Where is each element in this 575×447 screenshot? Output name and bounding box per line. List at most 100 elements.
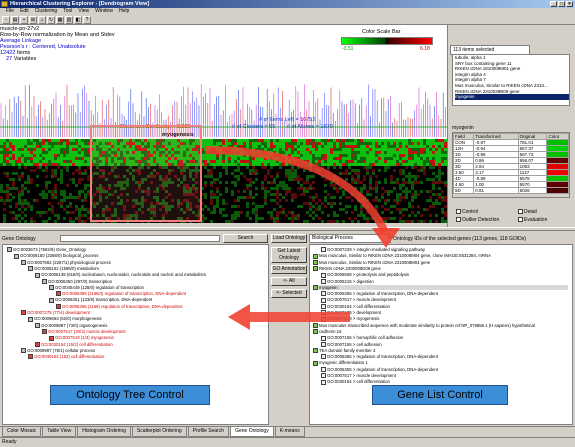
add-all-button[interactable]: <- All [271, 277, 307, 286]
menu-clustering[interactable]: Clustering [35, 8, 58, 15]
menu-view[interactable]: View [78, 8, 89, 15]
go-term-icon[interactable] [321, 316, 326, 322]
gene-item[interactable]: cadherin 15 [313, 329, 341, 335]
tree-node[interactable]: GO:0045449 (128/0) regulation of transcr… [49, 285, 144, 291]
go-term-icon[interactable] [321, 310, 326, 316]
palette-icon[interactable]: ◧ [74, 16, 82, 24]
go-term-icon[interactable] [321, 272, 326, 278]
dendrogram-view[interactable] [0, 77, 447, 223]
tree-icon[interactable]: ⊥ [38, 16, 46, 24]
go-item[interactable]: GO:0007517 > muscle development [321, 297, 396, 303]
selection-rectangle[interactable] [90, 125, 202, 222]
tree-node[interactable]: GO:0009987 (76/1) cellular process [21, 348, 95, 354]
tree-node[interactable]: GO:0007582 (2287/1) physiological proces… [21, 260, 111, 265]
menu-tool[interactable]: Tool [63, 8, 72, 15]
go-annotation-button[interactable]: GO Annotation [271, 265, 307, 274]
chart-icon[interactable]: ▥ [65, 16, 73, 24]
go-item[interactable]: GO:0006355 > regulation of transcription… [321, 354, 438, 360]
gene-icon[interactable] [313, 253, 318, 259]
go-term-icon[interactable] [28, 316, 33, 322]
tab-scatterplot-ordering[interactable]: Scatterplot Ordering [131, 427, 187, 437]
tree-node[interactable]: GO:0030154 (152) cell differentiation [28, 354, 104, 360]
go-item[interactable]: GO:0005215 > digestion [321, 279, 374, 284]
tab-histogram-ordering[interactable]: Histogram Ordering [77, 427, 131, 437]
save-icon[interactable]: ▪ [20, 16, 28, 24]
go-term-icon[interactable] [321, 291, 326, 297]
checkbox-icon[interactable] [456, 217, 461, 223]
highlighted-go-icon[interactable] [28, 354, 33, 360]
gene-item[interactable]: TEA domain family member 4 [313, 348, 375, 354]
tree-node[interactable]: GO:0007275 (77/4) development [21, 310, 90, 316]
help-icon[interactable]: ? [83, 16, 91, 24]
tree-node[interactable]: GO:0030154 (15/2) cell differentiation [35, 342, 113, 347]
tab-k-means[interactable]: K-means [274, 427, 305, 437]
go-item[interactable]: GO:0030154 > cell differentiation [321, 379, 390, 385]
gene-icon[interactable] [313, 329, 318, 335]
tree-node[interactable]: GO:0003673 (7582/9) Gene_Ontology [7, 247, 86, 253]
checkbox-icon[interactable] [456, 209, 461, 215]
process-dropdown[interactable]: Biological Process ▾ [309, 234, 391, 243]
go-term-icon[interactable] [321, 335, 326, 341]
go-term-icon[interactable] [49, 285, 54, 291]
go-term-icon[interactable] [42, 278, 47, 284]
go-term-icon[interactable] [321, 297, 326, 303]
checkbox-icon[interactable] [518, 217, 523, 223]
ontology-search-input[interactable] [60, 235, 220, 242]
get-latest-ontology-button[interactable]: Get Latest Ontology [271, 247, 307, 263]
go-item[interactable]: GO:0007229 > integrin-mediated signaling… [321, 247, 425, 253]
search-button[interactable]: Search [223, 234, 268, 243]
gene-icon[interactable] [313, 285, 318, 291]
menu-help[interactable]: Help [119, 8, 129, 15]
tab-table-view[interactable]: Table View [42, 427, 77, 437]
go-term-icon[interactable] [321, 367, 326, 373]
highlighted-go-icon[interactable] [21, 310, 26, 316]
gene-item[interactable]: myogenic differentiation 1 [313, 360, 368, 366]
selected-items-list[interactable]: tubulin, alpha 1 SRY box containing gene… [452, 54, 570, 106]
gene-icon[interactable] [313, 259, 318, 265]
tab-gene-ontology[interactable]: Gene Ontology [230, 427, 274, 437]
tree-node[interactable]: GO:0007519 (1/3) myogenesis [49, 335, 114, 341]
go-item[interactable]: GO:0030154 > cell differentiation [321, 304, 390, 310]
tree-node[interactable]: GO:0008150 (3368/0) biological_process [14, 253, 98, 259]
gene-icon[interactable] [313, 348, 318, 354]
detail-checkbox[interactable]: Detail [518, 209, 537, 215]
tab-profile-search[interactable]: Profile Search [187, 427, 230, 437]
table-row[interactable]: 5D 0.81 5026 [452, 187, 569, 194]
new-file-icon[interactable]: ▫ [2, 16, 10, 24]
go-item[interactable]: GO:0007519 > myogenesis [321, 316, 379, 322]
grid-icon[interactable]: ▦ [56, 16, 64, 24]
maximize-icon[interactable]: □ [558, 1, 565, 7]
go-item[interactable]: GO:0007156 > homophilic cell adhesion [321, 335, 403, 341]
gene-icon[interactable] [313, 266, 318, 272]
tree-node[interactable]: GO:0009887 (73/0) organogenesis [35, 323, 107, 328]
go-term-icon[interactable] [321, 278, 326, 284]
go-term-icon[interactable] [21, 348, 26, 354]
gene-item[interactable]: Mus musculus transcribed sequence with m… [313, 323, 535, 328]
go-term-icon[interactable] [7, 247, 12, 253]
dendrogram-canvas[interactable] [0, 77, 447, 223]
tree-node[interactable]: GO:0006355 (1168) regulation of transcri… [56, 304, 183, 310]
go-term-icon[interactable] [35, 272, 40, 278]
go-term-icon[interactable] [14, 253, 19, 259]
open-folder-icon[interactable]: ▤ [11, 16, 19, 24]
refresh-icon[interactable]: ↻ [47, 16, 55, 24]
gene-icon[interactable] [313, 322, 318, 328]
tree-node[interactable]: GO:0008152 (1595/0) metabolism [28, 266, 99, 272]
go-term-icon[interactable] [321, 373, 326, 379]
menu-file[interactable]: File [6, 8, 14, 15]
highlighted-go-icon[interactable] [56, 291, 61, 297]
go-term-icon[interactable] [321, 304, 326, 310]
color-scale-gradient[interactable] [341, 37, 433, 45]
tree-node[interactable]: GO:0006355 (1168/4) regulation of transc… [56, 291, 186, 297]
go-item[interactable]: GO:0007155 > cell adhesion [321, 342, 382, 347]
tree-node[interactable]: GO:0009653 (62/0) morphogenesis [28, 316, 102, 322]
go-term-icon[interactable] [321, 247, 326, 253]
go-item[interactable]: GO:0007517 > muscle development [321, 373, 396, 379]
go-term-icon[interactable] [28, 266, 33, 272]
gene-item[interactable]: Mus musculus, Similar to RIKEN cDNA 2310… [313, 253, 491, 259]
highlighted-go-icon[interactable] [42, 329, 47, 335]
go-term-icon[interactable] [321, 379, 326, 385]
evaluation-checkbox[interactable]: Evaluation [518, 217, 547, 223]
go-term-icon[interactable] [321, 341, 326, 347]
go-item[interactable]: GO:0006508 > proteolysis and peptidolysi… [321, 272, 409, 278]
